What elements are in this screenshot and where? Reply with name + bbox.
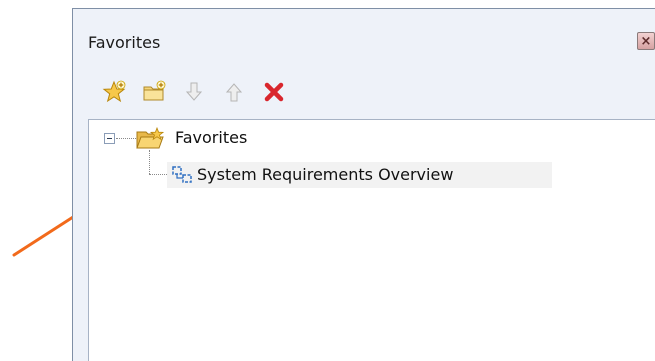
arrow-up-icon bbox=[225, 83, 243, 102]
tree-node-favorites[interactable]: Favorites bbox=[175, 128, 247, 147]
open-folder-icon bbox=[136, 127, 165, 149]
panel-title: Favorites bbox=[88, 33, 161, 52]
move-up-button[interactable] bbox=[221, 79, 247, 105]
collapse-toggle-icon[interactable] bbox=[104, 133, 115, 144]
favorites-tree: Favorites System Requirements Overview bbox=[88, 119, 655, 361]
close-icon[interactable]: × bbox=[637, 32, 655, 50]
panel-title-bar: Favorites × bbox=[73, 9, 655, 71]
tree-node-label: System Requirements Overview bbox=[197, 165, 454, 184]
star-add-icon bbox=[102, 80, 126, 103]
arrow-down-icon bbox=[185, 82, 203, 101]
add-favorite-button[interactable] bbox=[101, 79, 127, 105]
screenshot-stage: Favorites × Favorites System Requirement… bbox=[0, 0, 655, 361]
new-folder-button[interactable] bbox=[141, 79, 167, 105]
tree-connector bbox=[149, 174, 167, 175]
favorites-panel: Favorites × Favorites System Requirement… bbox=[72, 8, 655, 361]
tree-node-system-requirements-overview[interactable]: System Requirements Overview bbox=[167, 162, 552, 188]
delete-button[interactable] bbox=[261, 79, 287, 105]
folder-add-icon bbox=[143, 80, 166, 101]
delete-x-icon bbox=[264, 82, 284, 102]
move-down-button[interactable] bbox=[181, 79, 207, 105]
requirements-diagram-icon bbox=[172, 166, 192, 183]
panel-toolbar bbox=[101, 79, 287, 105]
tree-connector bbox=[116, 138, 136, 139]
tree-connector bbox=[149, 150, 150, 174]
